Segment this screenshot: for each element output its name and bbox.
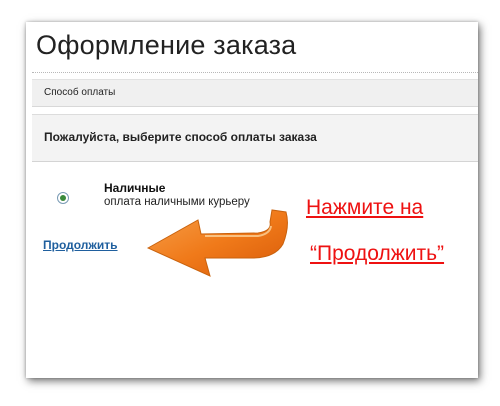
left-arrow-icon (146, 209, 288, 277)
annotation-line-1: Нажмите на (306, 196, 424, 219)
annotation-line-2: “Продолжить” (310, 242, 445, 265)
arrow-shape (146, 209, 288, 277)
